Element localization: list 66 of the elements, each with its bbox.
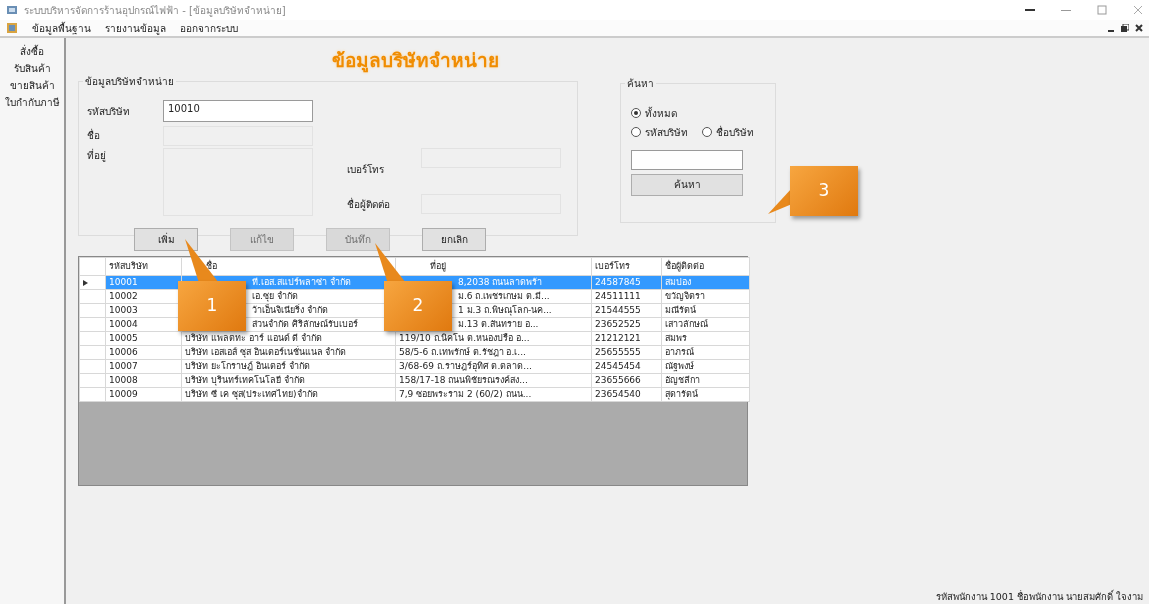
sidebar-item[interactable]: ขายสินค้า [9, 78, 55, 93]
table-cell: บริษัท บุรินทร์เทคโนโลยี จำกัด [181, 373, 396, 387]
table-cell: 23652525 [591, 317, 662, 331]
action-button[interactable]: ยกเลิก [422, 227, 486, 251]
field-label: ที่อยู่ [87, 147, 107, 163]
table-cell: 7,9 ซอยพระราม 2 (60/2) ถนน... [395, 387, 592, 401]
table-cell: บริษัท ซี เค ซุส(ประเทศไทย)จำกัด [181, 387, 396, 401]
table-cell: อาภรณ์ [661, 345, 750, 359]
table-cell: บริษัท เอสเอส์ ซุส อินเตอร์เนชั่นแนล จำกัด [181, 345, 396, 359]
table-cell: 10007 [105, 359, 182, 373]
table-cell: 10009 [105, 387, 182, 401]
close-icon[interactable] [1135, 24, 1143, 32]
table-cell: 24545454 [591, 359, 662, 373]
table-cell: บริษัท ยะโกราษฎ์ อินเตอร์ จำกัด [181, 359, 396, 373]
input-field[interactable]: 10010 [163, 99, 313, 122]
table-cell: ขวัญจิตรา [661, 289, 750, 303]
search-button[interactable]: ค้นหา [631, 173, 743, 196]
sidebar-item[interactable]: สั่งซื้อ [20, 44, 44, 59]
table-cell: 25655555 [591, 345, 662, 359]
table-cell: 10005 [105, 331, 182, 345]
group-label: ข้อมูลบริษัทจำหน่าย [83, 73, 176, 89]
table-cell: มณีรัตน์ [661, 303, 750, 317]
status-text: รหัสพนักงาน 1001 ชื่อพนักงาน นายสมศักดิ์ ใจงาม [935, 589, 1143, 604]
menu-item[interactable]: รายงานข้อมูล [105, 20, 166, 36]
column-header[interactable]: เบอร์โทร [591, 257, 662, 275]
table-cell: 3/68-69 ถ.ราษฎร์อุทิศ ต.ตลาด... [395, 359, 592, 373]
table-cell: 21212121 [591, 331, 662, 345]
restore-icon[interactable] [1121, 24, 1129, 32]
table-cell: 23655666 [591, 373, 662, 387]
app-icon [6, 4, 18, 16]
table-cell: เสาวลักษณ์ [661, 317, 750, 331]
callout-pointer [185, 239, 219, 283]
table-cell: 24511111 [591, 289, 662, 303]
table-cell: 21544555 [591, 303, 662, 317]
table-cell: 58/5-6 ถ.เทพรักษ์ ต.รัชฎา อ.เ... [395, 345, 592, 359]
form-icon [6, 22, 18, 34]
column-header[interactable]: รหัสบริษัท [105, 257, 182, 275]
table-cell: 23654540 [591, 387, 662, 401]
table-cell: 158/17-18 ถนนพิชัยรณรงค์สง... [395, 373, 592, 387]
callout-marker: 3 [790, 166, 858, 216]
table-cell: สุดารัตน์ [661, 387, 750, 401]
maximize-icon[interactable] [1097, 5, 1107, 15]
search-field[interactable] [631, 149, 743, 170]
table-cell: อัญชลีกา [661, 373, 750, 387]
menu-item[interactable]: ออกจากระบบ [180, 20, 238, 36]
column-header[interactable]: ที่อยู่ [395, 257, 592, 275]
current-row-icon [83, 279, 88, 286]
callout-marker: 1 [178, 281, 246, 331]
sidebar-item[interactable]: ใบกำกับภาษี [4, 95, 60, 110]
menu-item[interactable]: ข้อมูลพื้นฐาน [32, 20, 91, 36]
field-label: ชื่อ [87, 128, 101, 143]
column-header[interactable]: ชื่อผู้ติดต่อ [661, 257, 750, 275]
page-title: ข้อมูลบริษัทจำหน่าย [332, 48, 500, 75]
field-label: ชื่อผู้ติดต่อ [347, 197, 391, 212]
field-label: รหัสบริษัท [87, 105, 131, 119]
radio-option[interactable]: รหัสบริษัท [631, 124, 688, 140]
table-cell: ณัฐพงษ์ [661, 359, 750, 373]
radio-option[interactable]: ชื่อบริษัท [702, 124, 754, 140]
table-cell: 10006 [105, 345, 182, 359]
radio-option[interactable]: ทั้งหมด [631, 105, 771, 121]
sidebar-item[interactable]: รับสินค้า [13, 61, 51, 76]
callout-marker: 2 [384, 281, 452, 331]
field-label: เบอร์โทร [347, 163, 385, 177]
table-cell: 10008 [105, 373, 182, 387]
window-title: ระบบบริหารจัดการร้านอุปกรณ์ไฟฟ้า - [ข้อมูลบริษัทจำหน่าย] [24, 3, 286, 18]
table-cell: สมพร [661, 331, 750, 345]
